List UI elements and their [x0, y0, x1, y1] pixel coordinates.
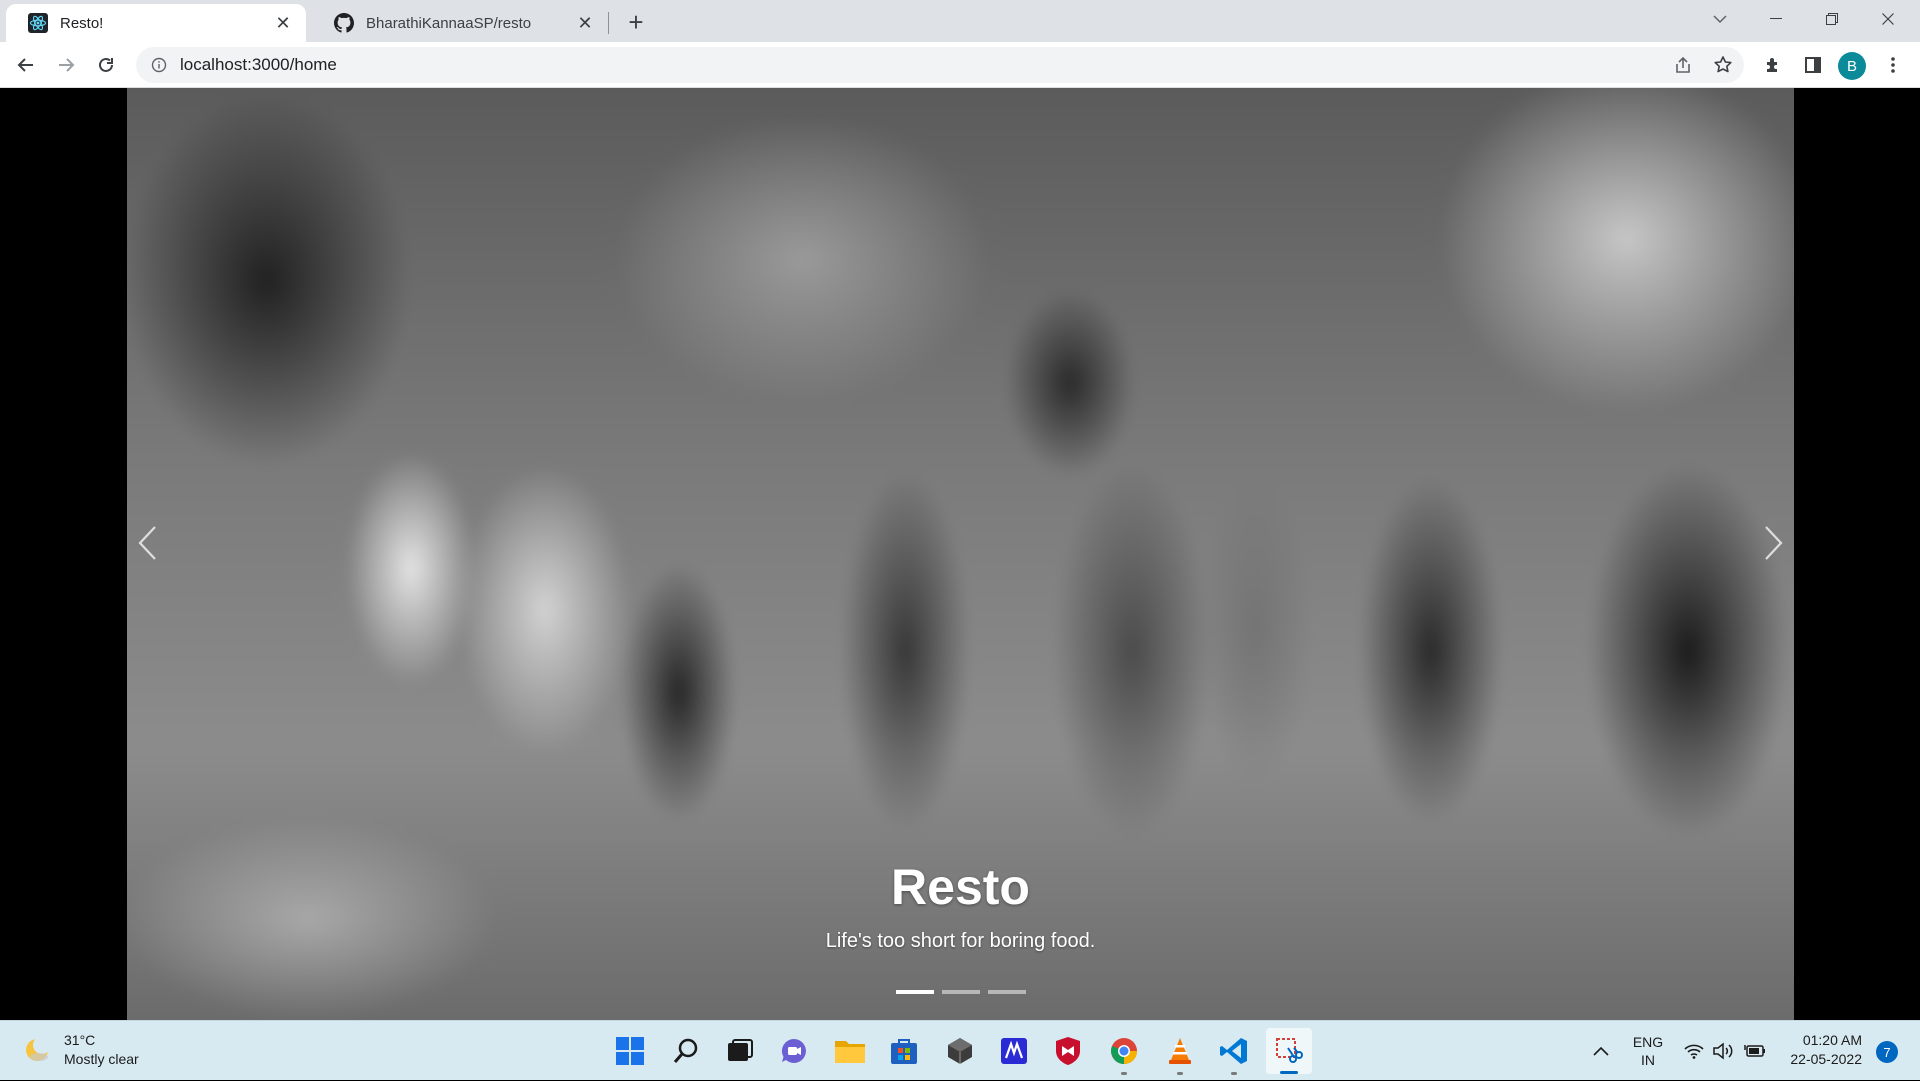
github-icon — [334, 13, 354, 33]
extensions-icon[interactable] — [1758, 50, 1788, 80]
react-icon — [28, 13, 48, 33]
profile-avatar[interactable]: B — [1838, 52, 1866, 80]
app-m-icon[interactable] — [996, 1033, 1032, 1069]
tab-resto[interactable]: Resto! ✕ — [6, 4, 306, 42]
reload-button[interactable] — [90, 49, 122, 81]
address-bar[interactable]: localhost:3000/home — [136, 47, 1744, 83]
page-viewport: Resto Life's too short for boring food. — [0, 88, 1920, 1020]
vlc-icon[interactable] — [1162, 1033, 1198, 1075]
carousel-caption-subtitle: Life's too short for boring food. — [825, 930, 1096, 952]
notification-badge[interactable]: 7 — [1876, 1041, 1898, 1063]
weather-condition: Mostly clear — [64, 1051, 139, 1067]
close-tab-icon[interactable]: ✕ — [574, 12, 596, 34]
side-panel-icon[interactable] — [1798, 50, 1828, 80]
mcafee-icon[interactable] — [1050, 1033, 1086, 1069]
tab-title: BharathiKannaaSP/resto — [366, 14, 532, 32]
running-indicator — [1121, 1072, 1127, 1075]
tab-search-icon[interactable] — [1692, 0, 1748, 38]
tab-strip: Resto! ✕ BharathiKannaaSP/resto ✕ + — [0, 0, 1920, 42]
menu-kebab-icon[interactable] — [1878, 50, 1908, 80]
microsoft-store-icon[interactable] — [886, 1033, 922, 1069]
back-button[interactable] — [10, 49, 42, 81]
file-explorer-icon[interactable] — [832, 1033, 868, 1069]
carousel-indicators — [127, 990, 1794, 994]
show-hidden-icons-button[interactable] — [1592, 1021, 1610, 1081]
chevron-up-icon — [1593, 1046, 1609, 1056]
windows-start-icon[interactable] — [612, 1033, 648, 1069]
minimize-button[interactable] — [1748, 0, 1804, 38]
language-code: ENG — [1632, 1034, 1664, 1050]
tab-title: Resto! — [60, 14, 104, 32]
moon-icon — [26, 1036, 51, 1061]
carousel-indicator-3[interactable] — [987, 990, 1026, 994]
weather-temp: 31°C — [64, 1032, 96, 1048]
snipping-tool-icon[interactable] — [1266, 1028, 1312, 1074]
teams-chat-icon[interactable] — [776, 1033, 812, 1069]
carousel-prev-button[interactable] — [127, 518, 167, 568]
task-view-icon[interactable] — [722, 1033, 758, 1069]
close-window-button[interactable] — [1860, 0, 1916, 38]
carousel-next-button[interactable] — [1754, 518, 1794, 568]
clock-date: 22-05-2022 — [1790, 1051, 1862, 1067]
chevron-right-icon — [1765, 526, 1783, 560]
carousel-indicator-1[interactable] — [895, 990, 934, 994]
battery-icon[interactable] — [1744, 1021, 1766, 1081]
restore-button[interactable] — [1804, 0, 1860, 38]
chevron-left-icon — [138, 526, 156, 560]
tab-separator — [608, 12, 609, 34]
forward-button[interactable] — [50, 49, 82, 81]
share-icon[interactable] — [1668, 50, 1698, 80]
language-indicator[interactable]: ENG IN — [1630, 1021, 1666, 1081]
close-tab-icon[interactable]: ✕ — [272, 12, 294, 34]
carousel-indicator-2[interactable] — [941, 990, 980, 994]
url-text: localhost:3000/home — [180, 55, 337, 74]
running-indicator — [1280, 1071, 1298, 1074]
carousel-caption-title: Resto — [891, 859, 1030, 915]
volume-icon[interactable] — [1712, 1021, 1734, 1081]
windows-taskbar: 31°C Mostly clear ENG IN 01:20 AM 22-05-… — [0, 1020, 1920, 1080]
running-indicator — [1231, 1072, 1237, 1075]
browser-toolbar: localhost:3000/home B — [0, 42, 1920, 88]
new-tab-button[interactable]: + — [622, 7, 650, 37]
clock-time: 01:20 AM — [1802, 1032, 1862, 1048]
wifi-icon[interactable] — [1684, 1021, 1704, 1081]
site-info-icon[interactable] — [150, 56, 168, 74]
app-cube-icon[interactable] — [942, 1033, 978, 1069]
chrome-icon[interactable] — [1106, 1033, 1142, 1075]
vscode-icon[interactable] — [1216, 1033, 1252, 1075]
tab-github[interactable]: BharathiKannaaSP/resto ✕ — [312, 4, 608, 42]
region-code: IN — [1641, 1052, 1655, 1068]
running-indicator — [1177, 1072, 1183, 1075]
bookmark-star-icon[interactable] — [1708, 50, 1738, 80]
weather-widget[interactable]: 31°C Mostly clear — [22, 1031, 139, 1069]
search-icon[interactable] — [668, 1033, 704, 1069]
system-clock[interactable]: 01:20 AM 22-05-2022 — [1772, 1031, 1862, 1069]
hero-carousel: Resto Life's too short for boring food. — [127, 88, 1794, 1020]
